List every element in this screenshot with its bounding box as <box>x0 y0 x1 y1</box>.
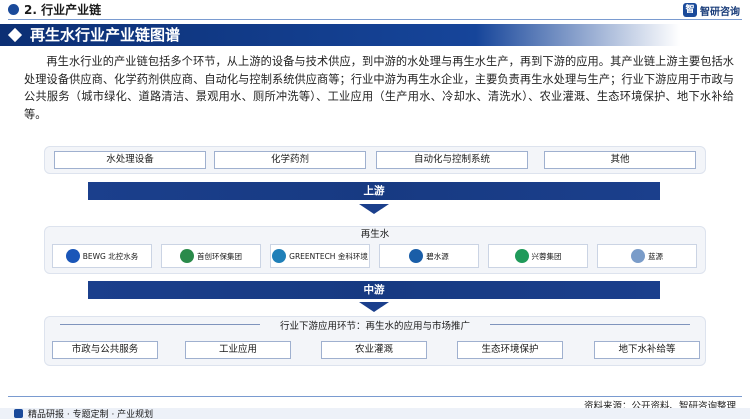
company-logo-card: 碧水源 <box>379 244 479 268</box>
upstream-item: 其他 <box>544 151 696 169</box>
company-name: GREENTECH 金科环境 <box>289 251 368 261</box>
midstream-stage-bar: 中游 <box>88 281 660 299</box>
company-logo-card: 兴蓉集团 <box>488 244 588 268</box>
down-arrow-icon <box>359 204 389 214</box>
company-name: 蓝源 <box>648 251 663 261</box>
top-bar: 2. 行业产业链 智 智研咨询 <box>0 0 750 22</box>
midstream-label: 再生水 <box>360 229 390 240</box>
footer-divider <box>8 396 742 397</box>
upstream-item: 自动化与控制系统 <box>376 151 528 169</box>
upstream-stage-bar: 上游 <box>88 182 660 200</box>
brand-name: 智研咨询 <box>700 6 740 18</box>
company-logo-card: BEWG 北控水务 <box>52 244 152 268</box>
company-logo-card: 首创环保集团 <box>161 244 261 268</box>
footer-tagline: 精品研报 · 专题定制 · 产业规划 <box>28 410 154 419</box>
company-logo-card: GREENTECH 金科环境 <box>270 244 370 268</box>
company-logo-icon <box>631 249 645 263</box>
downstream-title: 行业下游应用环节：再生水的应用与市场推广 <box>279 321 470 332</box>
downstream-item: 地下水补给等 <box>594 341 700 359</box>
section-title: 2. 行业产业链 <box>24 3 102 17</box>
intro-paragraph: 再生水行业的产业链包括多个环节，从上游的设备与技术供应，到中游的水处理与再生水生… <box>24 55 734 121</box>
brand: 智 智研咨询 <box>683 2 740 18</box>
title-banner: 再生水行业产业链图谱 <box>0 24 680 46</box>
company-name: BEWG 北控水务 <box>82 251 139 261</box>
upstream-item: 水处理设备 <box>54 151 206 169</box>
company-logo-icon <box>514 249 529 263</box>
downstream-item: 工业应用 <box>185 341 291 359</box>
footer: 资料来源：公开资料、智研咨询整理 精品研报 · 专题定制 · 产业规划 <box>0 394 750 419</box>
company-logo-icon <box>272 249 287 263</box>
down-arrow-icon <box>359 302 389 312</box>
upstream-item: 化学药剂 <box>214 151 366 169</box>
downstream-item: 农业灌溉 <box>321 341 427 359</box>
company-name: 碧水源 <box>426 251 449 261</box>
company-logo-icon <box>65 249 80 263</box>
brand-logo-icon: 智 <box>683 3 697 17</box>
diamond-icon <box>7 27 23 43</box>
company-logo-icon <box>409 249 424 263</box>
company-logo-icon <box>180 249 194 263</box>
company-name: 首创环保集团 <box>197 251 242 261</box>
section-bullet-icon <box>8 4 19 15</box>
page-title: 再生水行业产业链图谱 <box>30 26 181 44</box>
downstream-item: 生态环境保护 <box>457 341 563 359</box>
downstream-item: 市政与公共服务 <box>52 341 158 359</box>
company-name: 兴蓉集团 <box>531 251 562 261</box>
report-icon <box>14 409 23 418</box>
company-logo-card: 蓝源 <box>597 244 697 268</box>
header-divider <box>8 19 742 20</box>
